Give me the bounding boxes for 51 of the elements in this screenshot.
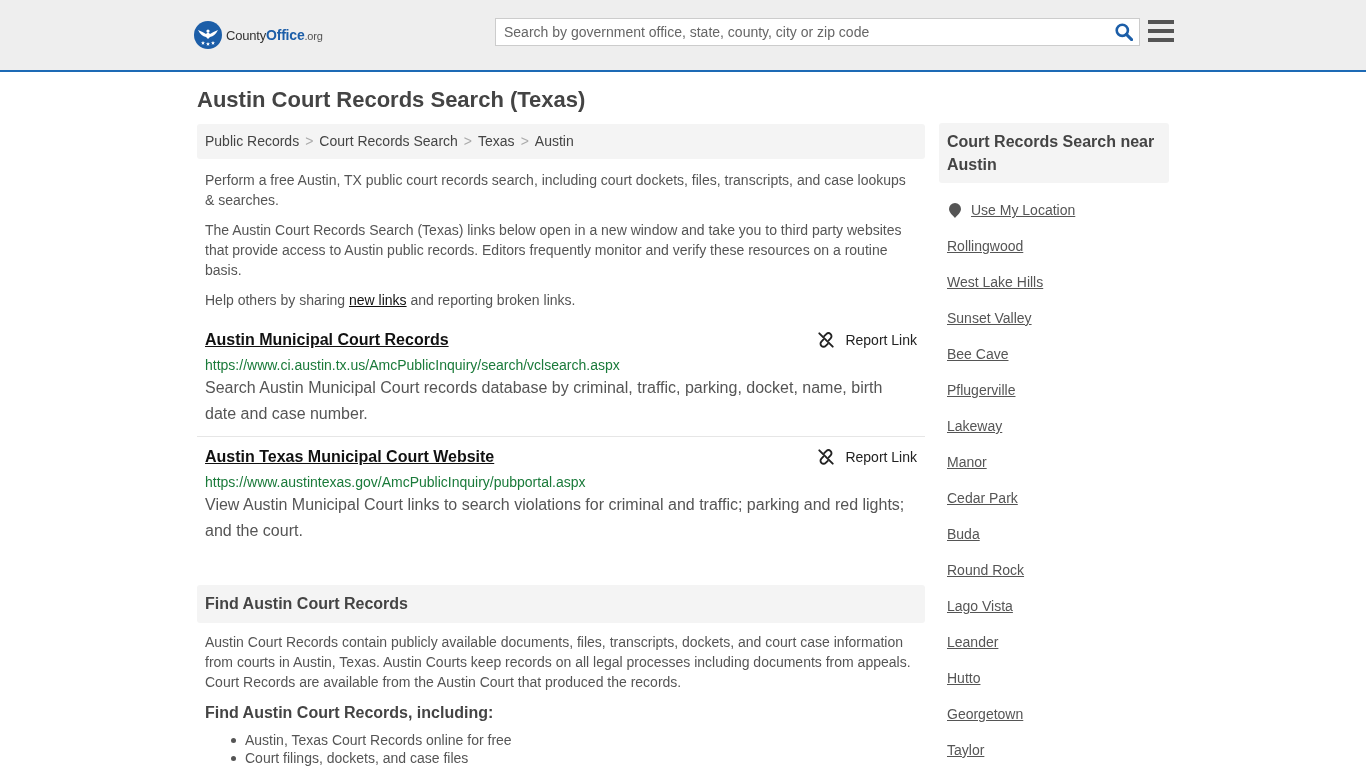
use-location-link[interactable]: Use My Location <box>971 200 1076 220</box>
page-title: Austin Court Records Search (Texas) <box>197 87 587 113</box>
resource-description: Search Austin Municipal Court records database by criminal, traffic, parking, docket, name, birth date and case number. <box>205 378 884 424</box>
section-subheading: Find Austin Court Records, including: <box>204 703 495 723</box>
map-pin-icon <box>949 202 961 218</box>
nearby-place-link[interactable]: Bee Cave <box>947 346 1009 362</box>
resource-url: https://www.ci.austin.tx.us/AmcPublicInquiry/search/vclsearch.aspx <box>205 356 621 375</box>
breadcrumb-separator: > <box>463 132 473 151</box>
broken-link-icon <box>818 449 835 465</box>
nearby-place-link[interactable]: West Lake Hills <box>947 274 1044 290</box>
intro-paragraph: The Austin Court Records Search (Texas) links below open in a new window and take you to third party websites that provide access to Austin public records. Editors frequently monitor and verify these resources on a routine basis. <box>204 221 903 280</box>
eagle-logo-icon <box>194 21 222 49</box>
site-logo-text[interactable]: CountyOffice.org <box>226 26 323 44</box>
nearby-place-link[interactable]: Rollingwood <box>947 238 1024 254</box>
nearby-place-link[interactable]: Sunset Valley <box>947 310 1032 326</box>
resource-description: View Austin Municipal Court links to search violations for criminal and traffic; parking and red lights; and the court. <box>205 495 906 541</box>
nearby-place-link[interactable]: Lago Vista <box>947 598 1013 614</box>
list-item-text: Court filings, dockets, and case files <box>245 749 469 767</box>
section-paragraph: Austin Court Records contain publicly available documents, files, transcripts, dockets, and court case information from courts in Austin, Texas. Austin Courts keep records on all legal processes including documents from appeals. Court Records are available from the Austin Court that produced the records. <box>204 633 912 692</box>
nearby-place-link[interactable]: Leander <box>947 634 999 650</box>
nearby-place-link[interactable]: Buda <box>947 526 980 542</box>
breadcrumb-separator: > <box>305 132 314 151</box>
nearby-place-link[interactable]: Cedar Park <box>947 490 1018 506</box>
breadcrumb-link[interactable]: Austin <box>534 132 574 151</box>
nearby-place-link[interactable]: Hutto <box>947 670 981 686</box>
bullet-icon <box>231 755 236 761</box>
nearby-place-link[interactable]: Taylor <box>947 742 985 758</box>
broken-link-icon <box>818 332 835 348</box>
breadcrumb-separator: > <box>520 132 529 151</box>
menu-icon <box>1148 20 1174 42</box>
menu-button[interactable] <box>1148 20 1174 42</box>
share-note: Help others by sharing new links and reporting broken links. <box>204 291 577 310</box>
new-links-link[interactable]: new links <box>348 292 407 308</box>
resource-url: https://www.austintexas.gov/AmcPublicInquiry/pubportal.aspx <box>205 473 587 492</box>
breadcrumb-link[interactable]: Court Records Search <box>319 132 458 151</box>
nearby-place-link[interactable]: Manor <box>947 454 987 470</box>
sidebar-heading: Court Records Search near Austin <box>939 123 1169 183</box>
list-item-text: Austin, Texas Court Records online for free <box>245 731 512 749</box>
nearby-place-link[interactable]: Georgetown <box>947 706 1024 722</box>
bullet-icon <box>231 737 236 743</box>
nearby-place-link[interactable]: Lakeway <box>947 418 1003 434</box>
resource-title-link[interactable]: Austin Municipal Court Records <box>205 329 449 351</box>
intro-paragraph: Perform a free Austin, TX public court records search, including court dockets, files, transcripts, and case lookups & searches. <box>204 171 907 210</box>
report-link-button[interactable]: Report Link <box>818 447 917 467</box>
nearby-place-link[interactable]: Round Rock <box>947 562 1025 578</box>
report-link-button[interactable]: Report Link <box>818 330 917 350</box>
breadcrumb-link[interactable]: Public Records <box>205 132 300 151</box>
resource-title-link[interactable]: Austin Texas Municipal Court Website <box>205 446 495 468</box>
breadcrumb-link[interactable]: Texas <box>478 132 515 151</box>
nearby-place-link[interactable]: Pflugerville <box>947 382 1016 398</box>
section-heading: Find Austin Court Records <box>197 585 925 623</box>
